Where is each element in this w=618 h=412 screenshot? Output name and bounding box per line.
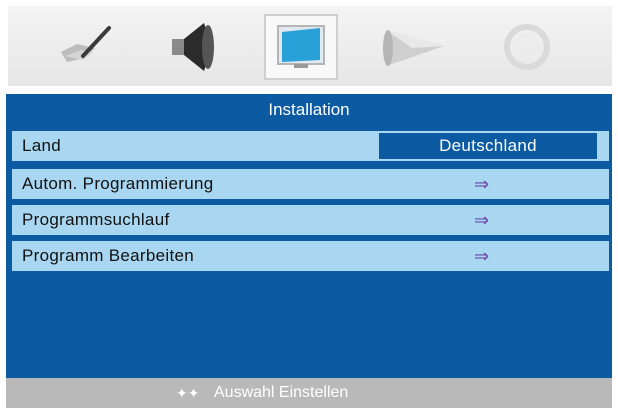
tab-picture[interactable] bbox=[50, 16, 120, 78]
submenu-arrow-icon: ⇒ bbox=[474, 174, 490, 194]
country-value[interactable]: Deutschland bbox=[379, 133, 597, 159]
submenu-arrow-icon: ⇒ bbox=[474, 210, 490, 230]
tab-time[interactable] bbox=[492, 16, 562, 78]
menu-category-bar bbox=[8, 6, 612, 86]
tab-features[interactable] bbox=[380, 16, 450, 78]
clock-icon bbox=[504, 24, 550, 70]
menu-title: Installation bbox=[268, 100, 350, 119]
menu-row-label: Autom. Programmierung bbox=[22, 174, 214, 193]
speaker-icon bbox=[172, 23, 214, 71]
footer-hint-bar: ✦✦ Auswahl Einstellen bbox=[6, 378, 612, 408]
menu-row-label: Land bbox=[22, 136, 62, 155]
tv-screen-icon bbox=[277, 25, 325, 68]
menu-row-auto-programming[interactable]: Autom. Programmierung ⇒ bbox=[12, 169, 609, 199]
tab-installation[interactable] bbox=[264, 14, 338, 80]
menu-row-edit-programs[interactable]: Programm Bearbeiten ⇒ bbox=[12, 241, 609, 271]
tab-sound[interactable] bbox=[158, 16, 228, 78]
cone-feature-icon bbox=[383, 30, 444, 66]
menu-row-channel-search[interactable]: Programmsuchlauf ⇒ bbox=[12, 205, 609, 235]
footer-hint-text: Auswahl Einstellen bbox=[214, 384, 349, 401]
picture-brush-icon bbox=[61, 26, 111, 62]
tv-osd-screen: Installation Land Deutschland Autom. Pro… bbox=[0, 0, 618, 412]
menu-row-land[interactable]: Land Deutschland bbox=[12, 131, 609, 161]
installation-menu-panel: Installation Land Deutschland Autom. Pro… bbox=[6, 94, 612, 378]
submenu-arrow-icon: ⇒ bbox=[474, 246, 490, 266]
navigate-arrows-icon: ✦✦ bbox=[176, 385, 200, 401]
menu-row-label: Programmsuchlauf bbox=[22, 210, 170, 229]
menu-row-label: Programm Bearbeiten bbox=[22, 246, 194, 265]
